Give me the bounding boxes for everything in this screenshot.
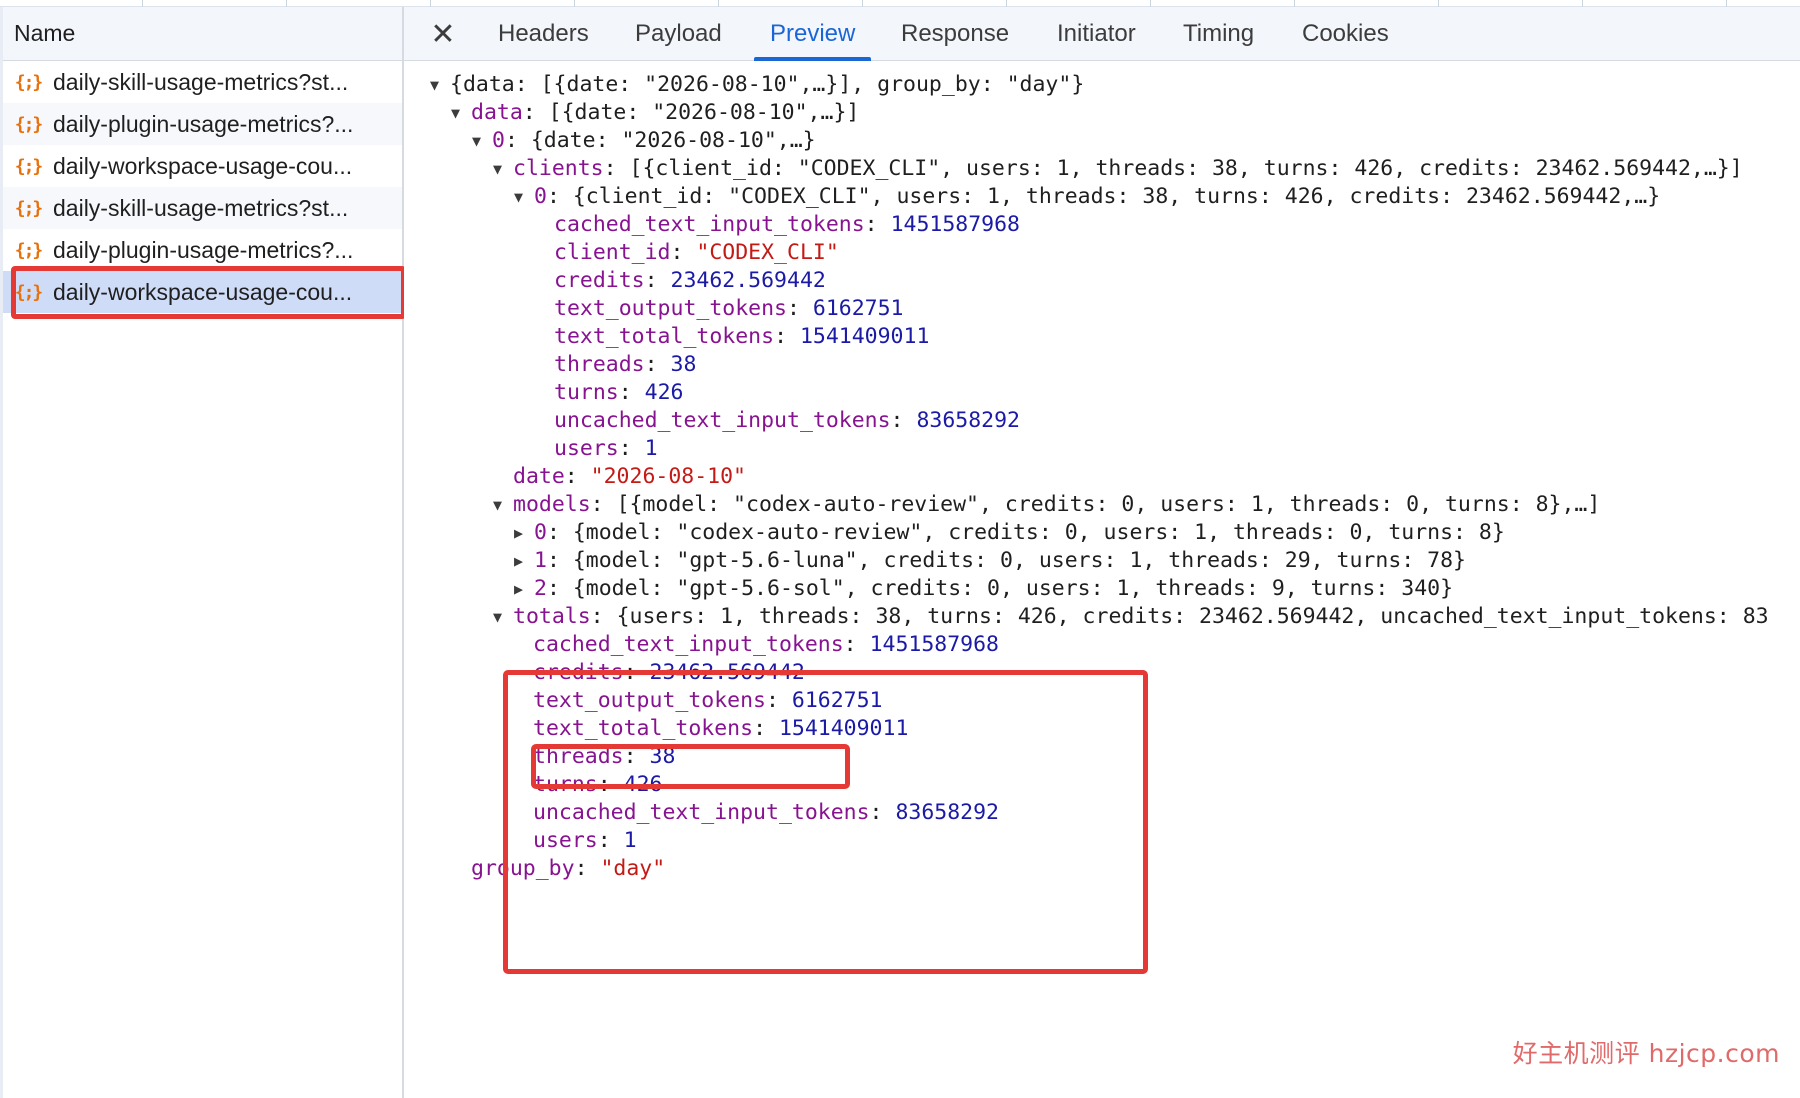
node-summary: {model: "gpt-5.6-sol", credits: 0, users… (572, 576, 1454, 601)
field-value: 38 (670, 352, 697, 377)
request-name: daily-skill-usage-metrics?st... (53, 194, 349, 221)
node-key: 1 (534, 548, 547, 573)
tab-payload[interactable]: Payload (635, 7, 722, 61)
node-summary: [{model: "codex-auto-review", credits: 0… (616, 492, 1601, 517)
field-value: 1451587968 (869, 632, 1000, 657)
tab-timing[interactable]: Timing (1183, 7, 1254, 61)
field-value: 23462.569442 (649, 660, 805, 685)
request-name: daily-plugin-usage-metrics?... (53, 110, 354, 137)
field-value: 1 (644, 436, 658, 461)
name-column-label: Name (14, 20, 76, 46)
field-value: "CODEX_CLI" (696, 240, 839, 265)
node-summary: {data: [{date: "2026-08-10",…}], group_b… (450, 72, 1085, 97)
request-row[interactable]: {;} daily-skill-usage-metrics?st... (3, 187, 402, 229)
expand-triangle-icon[interactable]: ▼ (514, 181, 534, 213)
field-key: text_total_tokens (554, 324, 775, 349)
field-key: turns (533, 772, 598, 797)
field-value: 83658292 (895, 800, 999, 825)
expand-triangle-icon[interactable]: ▼ (451, 97, 471, 129)
field-value: 6162751 (791, 688, 883, 713)
field-key: uncached_text_input_tokens (533, 800, 870, 825)
expand-triangle-icon[interactable]: ▼ (430, 69, 450, 101)
node-key: totals (513, 604, 591, 629)
field-value: "2026-08-10" (590, 464, 747, 489)
close-icon[interactable]: ✕ (428, 17, 458, 52)
field-key: users (554, 436, 619, 461)
expand-triangle-icon[interactable]: ▼ (472, 125, 492, 157)
expand-triangle-icon[interactable]: ▼ (493, 601, 513, 633)
field-value: 23462.569442 (670, 268, 826, 293)
field-value: 1541409011 (778, 716, 909, 741)
field-key: cached_text_input_tokens (554, 212, 865, 237)
json-brace-icon: {;} (14, 113, 44, 135)
field-value: 426 (644, 380, 684, 405)
node-summary: {client_id: "CODEX_CLI", users: 1, threa… (572, 184, 1661, 209)
request-row-selected[interactable]: {;} daily-workspace-usage-cou... (3, 271, 402, 313)
field-value: 1 (623, 828, 637, 853)
json-brace-icon: {;} (14, 239, 44, 261)
field-key: users (533, 828, 598, 853)
node-key: 2 (534, 576, 547, 601)
request-row[interactable]: {;} daily-plugin-usage-metrics?... (3, 229, 402, 271)
json-brace-icon: {;} (14, 71, 44, 93)
node-key: 0 (534, 184, 547, 209)
field-key: cached_text_input_tokens (533, 632, 844, 657)
field-value: 1451587968 (890, 212, 1021, 237)
request-list-panel: Name {;} daily-skill-usage-metrics?st...… (0, 7, 404, 1098)
field-value: 1541409011 (799, 324, 930, 349)
field-key: threads (533, 744, 624, 769)
request-name: daily-plugin-usage-metrics?... (53, 236, 354, 263)
request-row[interactable]: {;} daily-workspace-usage-cou... (3, 145, 402, 187)
field-key: uncached_text_input_tokens (554, 408, 891, 433)
field-key: credits (554, 268, 645, 293)
field-key: date (513, 464, 565, 489)
field-key: text_output_tokens (533, 688, 766, 713)
field-key: group_by (471, 856, 575, 881)
watermark-text: 好主机测评 hzjcp.com (1512, 1039, 1780, 1068)
json-brace-icon: {;} (14, 155, 44, 177)
field-key: text_output_tokens (554, 296, 787, 321)
field-key: turns (554, 380, 619, 405)
node-summary: {model: "gpt-5.6-luna", credits: 0, user… (572, 548, 1466, 573)
node-summary: [{client_id: "CODEX_CLI", users: 1, thre… (629, 156, 1743, 181)
json-brace-icon: {;} (14, 281, 44, 303)
field-value: 426 (623, 772, 663, 797)
node-summary: [{date: "2026-08-10",…}] (548, 100, 860, 125)
node-summary: {date: "2026-08-10",…} (530, 128, 816, 153)
expand-triangle-icon[interactable]: ▼ (493, 153, 513, 185)
field-value: 83658292 (916, 408, 1020, 433)
group-by-field[interactable]: group_by: "day" (471, 853, 665, 885)
field-key: client_id (554, 240, 671, 265)
node-key: 0 (534, 520, 547, 545)
top-strip (0, 0, 1800, 7)
tab-preview[interactable]: Preview (753, 7, 872, 61)
request-name: daily-skill-usage-metrics?st... (53, 68, 349, 95)
request-name: daily-workspace-usage-cou... (53, 278, 353, 305)
tab-initiator[interactable]: Initiator (1057, 7, 1136, 61)
request-name: daily-workspace-usage-cou... (53, 152, 353, 179)
node-key: data (471, 100, 523, 125)
json-preview-tree: ▼ {data: [{date: "2026-08-10",…}], group_… (404, 61, 1800, 1098)
field-value: 6162751 (812, 296, 904, 321)
node-summary: {model: "codex-auto-review", credits: 0,… (572, 520, 1505, 545)
field-key: text_total_tokens (533, 716, 754, 741)
field-key: credits (533, 660, 624, 685)
field-value: "day" (600, 856, 666, 881)
detail-tab-bar: ✕ Headers Payload Preview Response Initi… (404, 7, 1800, 61)
node-summary: {users: 1, threads: 38, turns: 426, cred… (616, 604, 1769, 629)
tab-headers[interactable]: Headers (498, 7, 589, 61)
expand-triangle-icon[interactable]: ▼ (493, 489, 513, 521)
tab-cookies[interactable]: Cookies (1302, 7, 1389, 61)
node-key: clients (513, 156, 604, 181)
field-value: 38 (649, 744, 676, 769)
tab-response[interactable]: Response (901, 7, 1009, 61)
node-key: models (513, 492, 591, 517)
request-row[interactable]: {;} daily-skill-usage-metrics?st... (3, 61, 402, 103)
name-column-header[interactable]: Name (3, 7, 402, 61)
field-key: threads (554, 352, 645, 377)
request-row[interactable]: {;} daily-plugin-usage-metrics?... (3, 103, 402, 145)
node-key: 0 (492, 128, 505, 153)
json-brace-icon: {;} (14, 197, 44, 219)
request-detail-panel: ✕ Headers Payload Preview Response Initi… (404, 7, 1800, 1098)
